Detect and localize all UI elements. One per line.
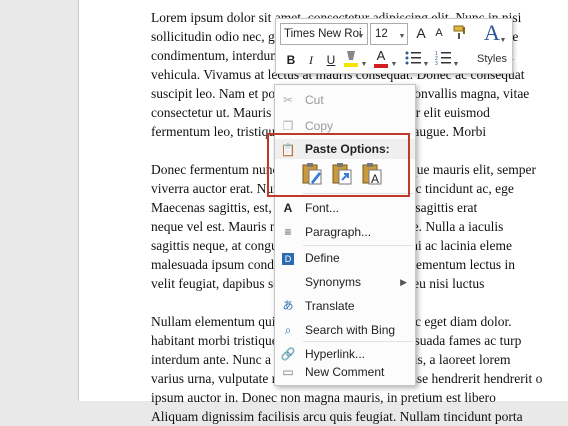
mini-toolbar: Times New Roi ▼ 12 ▼ A A A ▼ B I U ▼ A ▼… — [275, 18, 513, 74]
styles-dropdown-icon[interactable]: ▼ — [498, 29, 508, 47]
menu-item-synonyms[interactable]: Synonyms ▶ — [275, 271, 415, 293]
search-icon: ⌕ — [284, 323, 292, 337]
bold-button[interactable]: B — [282, 51, 300, 69]
italic-button[interactable]: I — [302, 51, 320, 69]
font-name-dropdown[interactable]: ▼ — [355, 25, 367, 43]
grow-font-button[interactable]: A — [412, 24, 430, 42]
document-text-line[interactable]: ipsum auctor in. Donec non magna mauris,… — [151, 388, 568, 407]
highlight-icon[interactable] — [342, 49, 360, 67]
context-menu: ✂ Cut ❐ Copy 📋 Paste Options: A Font... … — [274, 84, 416, 386]
bullets-icon[interactable] — [404, 51, 422, 69]
submenu-arrow-icon: ▶ — [400, 277, 407, 287]
shrink-font-button[interactable]: A — [430, 24, 448, 42]
font-icon: A — [283, 201, 293, 215]
menu-item-define[interactable]: D Define — [275, 247, 415, 269]
menu-item-translate[interactable]: あ Translate — [275, 295, 415, 317]
translate-icon: あ — [282, 300, 294, 312]
menu-separator — [303, 341, 413, 342]
paragraph-icon: ≡ — [284, 225, 292, 239]
menu-item-paragraph[interactable]: ≡ Paragraph... — [275, 221, 415, 243]
underline-button[interactable]: U — [322, 51, 340, 69]
menu-item-search-bing[interactable]: ⌕ Search with Bing — [275, 319, 415, 341]
scissors-icon: ✂ — [282, 93, 294, 107]
numbering-icon[interactable]: 123 — [434, 51, 452, 69]
svg-text:3: 3 — [435, 61, 438, 65]
menu-item-cut[interactable]: ✂ Cut — [275, 89, 415, 111]
comment-icon: ▭ — [282, 365, 294, 379]
menu-separator — [303, 245, 413, 246]
format-painter-icon[interactable] — [451, 24, 469, 42]
menu-item-new-comment[interactable]: ▭ New Comment — [275, 361, 415, 383]
font-size-dropdown[interactable]: ▼ — [396, 25, 408, 43]
document-text-line[interactable]: Aliquam dignissim facilisis arcu quis fe… — [151, 407, 568, 426]
font-color-icon[interactable]: A — [372, 49, 390, 68]
bullets-dropdown[interactable]: ▼ — [421, 53, 431, 71]
highlight-dropdown[interactable]: ▼ — [359, 53, 369, 71]
menu-item-font[interactable]: A Font... — [275, 197, 415, 219]
define-icon: D — [279, 249, 297, 267]
numbering-dropdown[interactable]: ▼ — [451, 53, 461, 71]
paste-options-highlight — [267, 133, 410, 197]
styles-label[interactable]: Styles — [477, 53, 507, 65]
font-color-dropdown[interactable]: ▼ — [389, 53, 399, 71]
